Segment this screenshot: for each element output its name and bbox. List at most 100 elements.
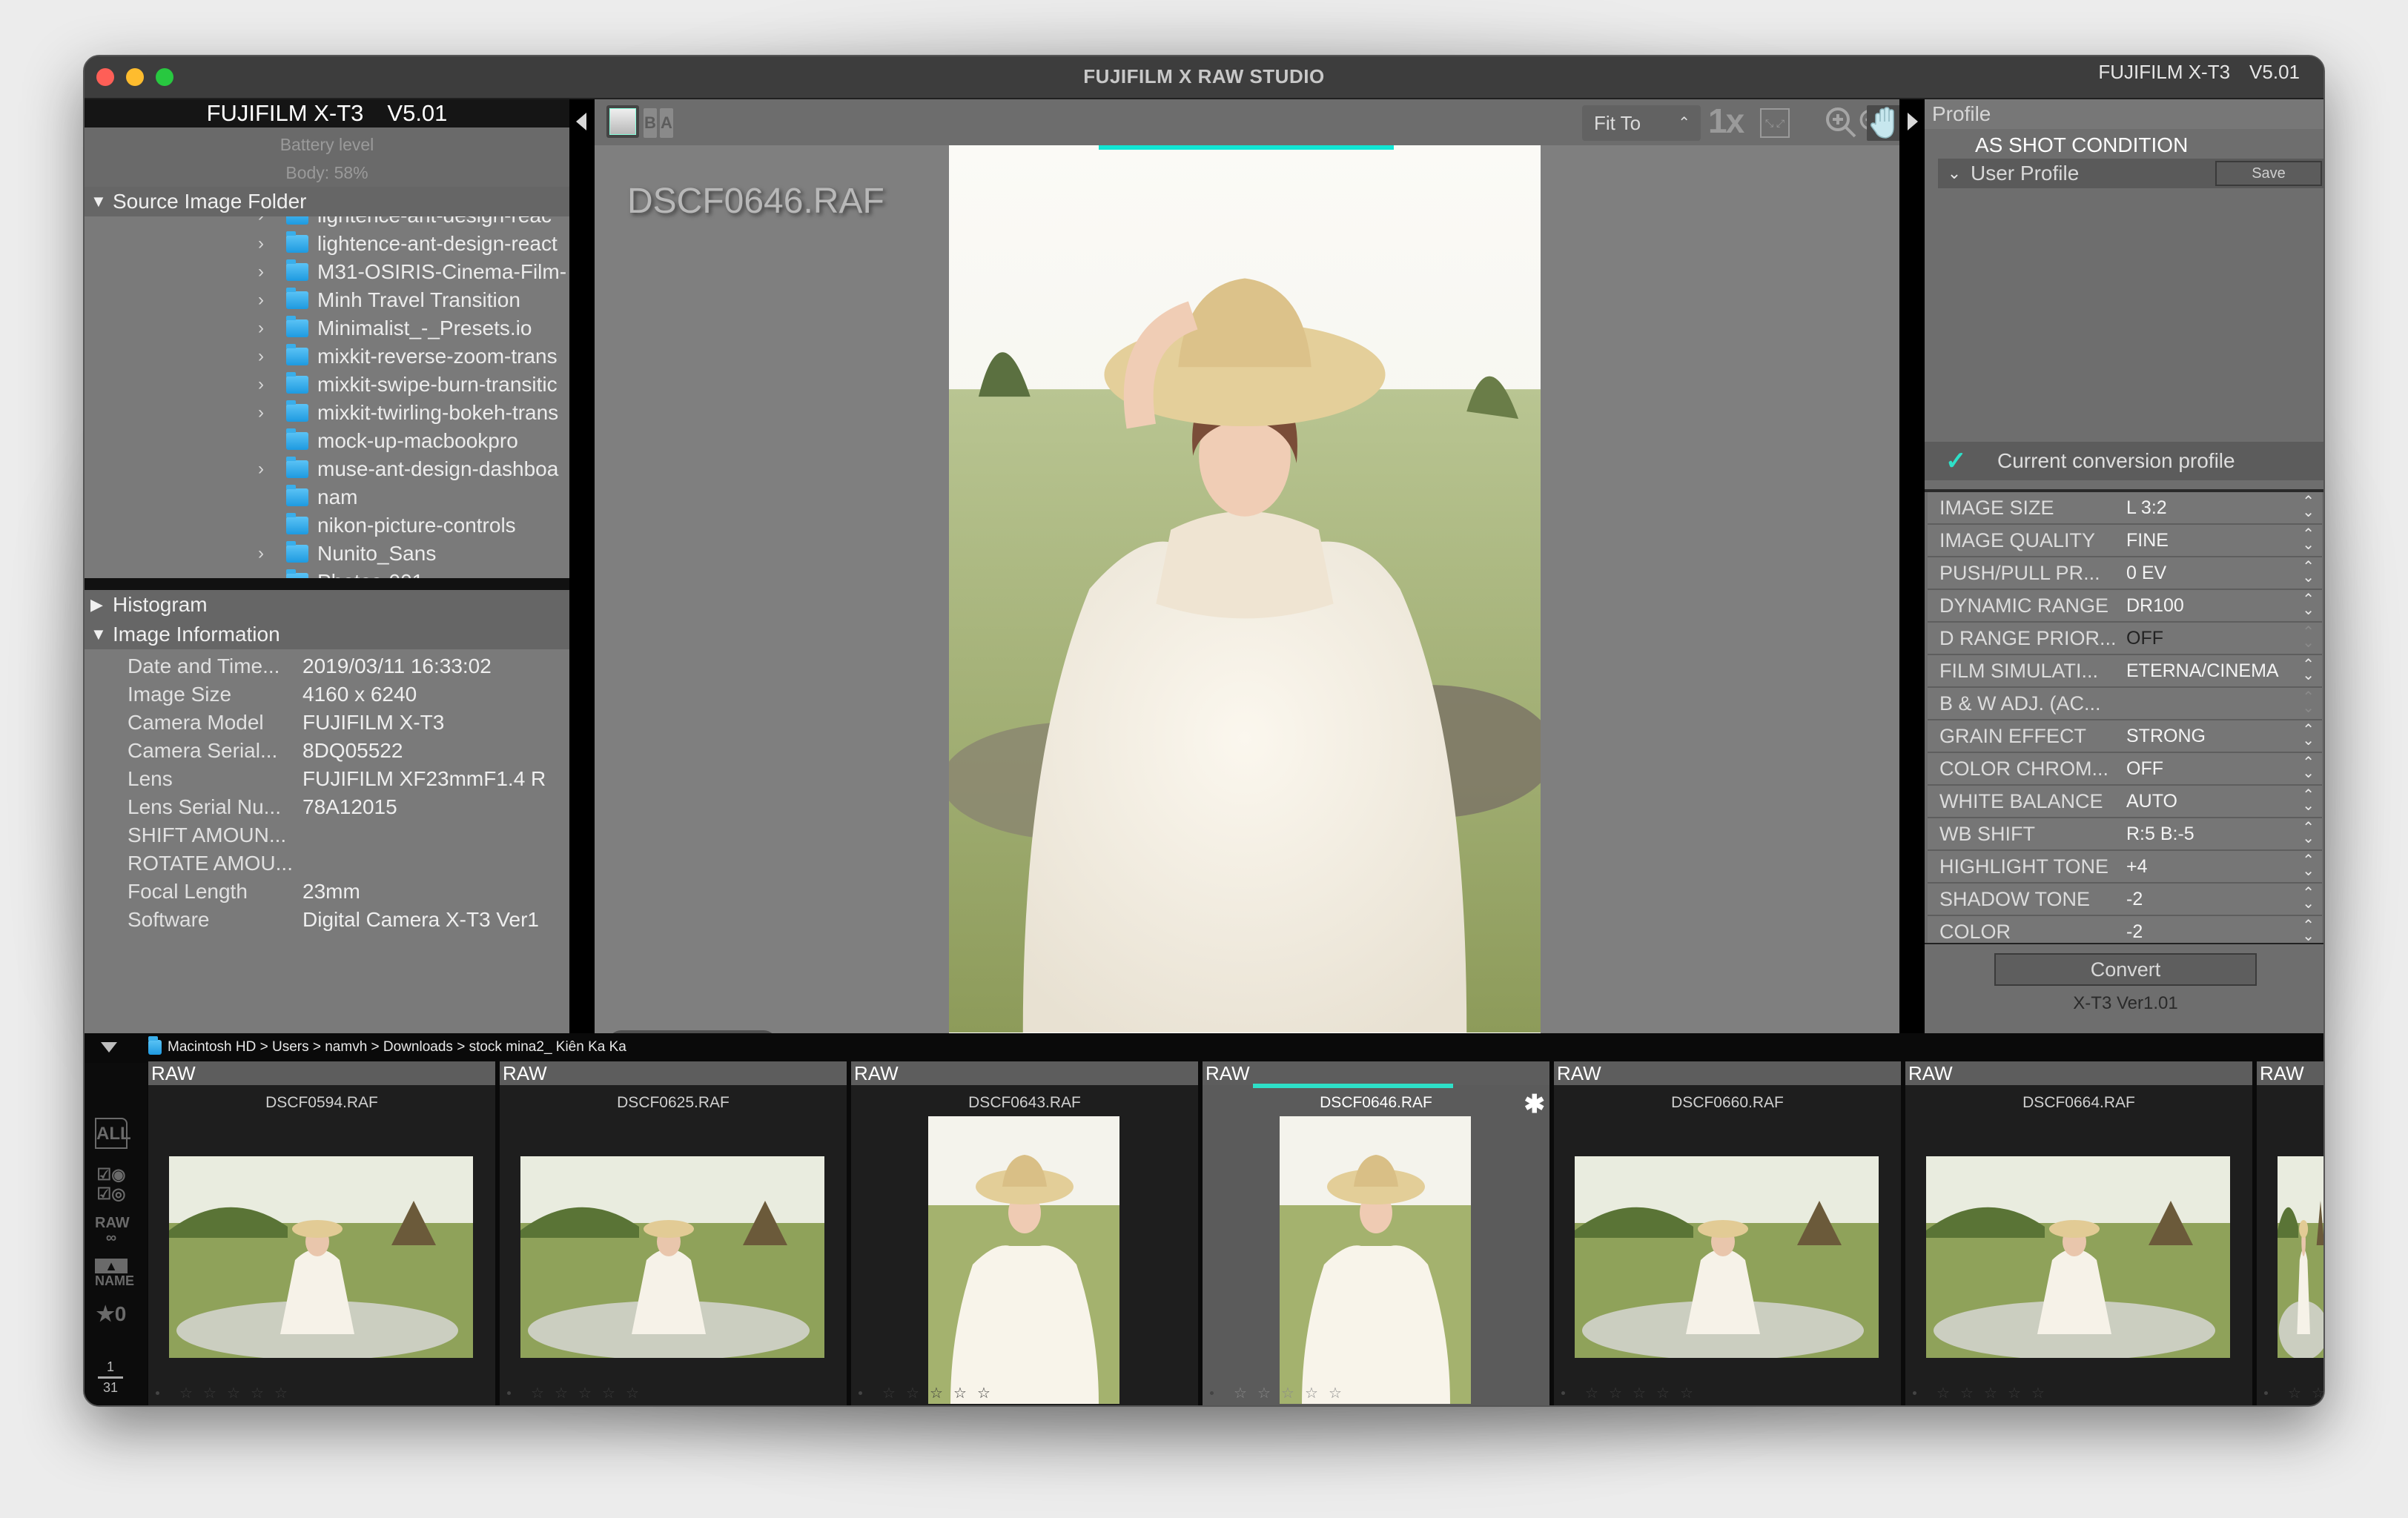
fullscreen-button[interactable]: ⤡ ⤢: [1760, 108, 1790, 138]
star-icon[interactable]: ☆: [1228, 1384, 1252, 1402]
setting-value[interactable]: STRONG: [2126, 726, 2322, 747]
chevron-right-icon[interactable]: ›: [258, 374, 286, 395]
star-icon[interactable]: ☆: [549, 1384, 573, 1402]
setting-row[interactable]: HIGHLIGHT TONE +4 ⌃ ⌄: [1928, 851, 2322, 884]
single-view-button[interactable]: [606, 105, 639, 138]
save-profile-button[interactable]: Save: [2215, 161, 2322, 186]
setting-row[interactable]: PUSH/PULL PR... 0 EV ⌃ ⌄: [1928, 557, 2322, 590]
star-icon[interactable]: ☆: [877, 1384, 901, 1402]
chevron-right-icon[interactable]: ›: [258, 543, 286, 564]
preview-image[interactable]: [949, 145, 1541, 1033]
updown-chevron-icon[interactable]: ⌃ ⌄: [2302, 853, 2315, 878]
setting-value[interactable]: 0 EV: [2126, 563, 2322, 584]
folder-tree-item[interactable]: › lightence-ant-design-reac: [85, 216, 569, 230]
current-conversion-profile[interactable]: ✓ Current conversion profile: [1925, 442, 2323, 480]
show-all-button[interactable]: ALL: [95, 1118, 131, 1149]
star-icon[interactable]: ☆: [2002, 1384, 2026, 1402]
folder-tree-item[interactable]: › mixkit-twirling-bokeh-trans: [85, 399, 569, 427]
updown-chevron-icon[interactable]: ⌃ ⌄: [2302, 918, 2315, 943]
thumbnail-rating[interactable]: ☆ ☆ ☆ ☆ ☆: [859, 1384, 996, 1402]
thumbnail-rating[interactable]: ☆☆: [2264, 1384, 2323, 1402]
chevron-right-icon[interactable]: ›: [258, 216, 286, 226]
chevron-right-icon[interactable]: ›: [258, 402, 286, 423]
star-icon[interactable]: ☆: [2283, 1384, 2306, 1402]
chevron-right-icon[interactable]: ›: [258, 262, 286, 282]
fit-to-select[interactable]: Fit To ⌃: [1582, 105, 1701, 141]
setting-row[interactable]: IMAGE QUALITY FINE ⌃ ⌄: [1928, 525, 2322, 557]
setting-value[interactable]: OFF: [2126, 758, 2322, 780]
star-icon[interactable]: ☆: [901, 1384, 924, 1402]
updown-chevron-icon[interactable]: ⌃ ⌄: [2302, 723, 2315, 748]
star-icon[interactable]: ☆: [1675, 1384, 1698, 1402]
chevron-right-icon[interactable]: ›: [258, 233, 286, 254]
star-icon[interactable]: ☆: [1627, 1384, 1651, 1402]
setting-value[interactable]: +4: [2126, 856, 2322, 878]
thumbnail[interactable]: RAW DSCF0646.RAF ✱ ☆ ☆ ☆ ☆ ☆: [1203, 1061, 1549, 1405]
thumbnail-image[interactable]: [1280, 1116, 1471, 1404]
filmstrip-collapse-icon[interactable]: [101, 1042, 117, 1053]
thumbnail[interactable]: RAW DSCF0625.RAF ☆ ☆ ☆ ☆ ☆: [500, 1061, 847, 1405]
updown-chevron-icon[interactable]: ⌃ ⌄: [2302, 592, 2315, 617]
reject-dot-icon[interactable]: [507, 1391, 511, 1395]
star-icon[interactable]: ☆: [1300, 1384, 1323, 1402]
star-icon[interactable]: ☆: [597, 1384, 621, 1402]
before-view-button[interactable]: B: [644, 108, 657, 138]
setting-row[interactable]: COLOR -2 ⌃ ⌄: [1928, 916, 2322, 943]
updown-chevron-icon[interactable]: ⌃ ⌄: [2302, 755, 2315, 780]
image-information-header[interactable]: ▼ Image Information: [85, 620, 569, 649]
reject-dot-icon[interactable]: [1561, 1391, 1565, 1395]
thumbnail-rating[interactable]: ☆ ☆ ☆ ☆ ☆: [1561, 1384, 1698, 1402]
thumbnail[interactable]: RAW DSCF0594.RAF ☆ ☆ ☆ ☆ ☆: [148, 1061, 495, 1405]
folder-tree-item[interactable]: nam: [85, 483, 569, 511]
star-icon[interactable]: ☆: [1580, 1384, 1604, 1402]
after-view-button[interactable]: A: [660, 108, 673, 138]
setting-row[interactable]: COLOR CHROM... OFF ⌃ ⌄: [1928, 753, 2322, 786]
thumbnail-rating[interactable]: ☆ ☆ ☆ ☆ ☆: [1913, 1384, 2050, 1402]
folder-tree-item[interactable]: › Nunito_Sans: [85, 540, 569, 568]
folder-tree-item[interactable]: › lightence-ant-design-react: [85, 230, 569, 258]
star-icon[interactable]: ☆: [948, 1384, 972, 1402]
star-icon[interactable]: ☆: [1276, 1384, 1300, 1402]
reject-dot-icon[interactable]: [156, 1391, 159, 1395]
star-icon[interactable]: ☆: [245, 1384, 269, 1402]
convert-button[interactable]: Convert: [1994, 953, 2257, 986]
thumbnail-rating[interactable]: ☆ ☆ ☆ ☆ ☆: [507, 1384, 644, 1402]
setting-value[interactable]: ETERNA/CINEMA: [2126, 660, 2322, 682]
left-panel-toggle[interactable]: [569, 99, 595, 1033]
thumbnail-image[interactable]: [520, 1156, 824, 1358]
setting-row[interactable]: DYNAMIC RANGE DR100 ⌃ ⌄: [1928, 590, 2322, 623]
setting-row[interactable]: WB SHIFT R:5 B:-5 ⌃ ⌄: [1928, 818, 2322, 851]
setting-value[interactable]: FINE: [2126, 530, 2322, 551]
updown-chevron-icon[interactable]: ⌃ ⌄: [2302, 821, 2315, 846]
folder-tree[interactable]: › lightence-ant-design-reac › lightence-ant…: [85, 216, 569, 578]
updown-chevron-icon[interactable]: ⌃ ⌄: [2302, 560, 2315, 585]
star-icon[interactable]: ☆: [174, 1384, 198, 1402]
star-icon[interactable]: ☆: [222, 1384, 245, 1402]
chevron-right-icon[interactable]: ›: [258, 346, 286, 367]
setting-row[interactable]: FILM SIMULATI... ETERNA/CINEMA ⌃ ⌄: [1928, 655, 2322, 688]
updown-chevron-icon[interactable]: ⌃ ⌄: [2302, 788, 2315, 813]
star-icon[interactable]: ☆: [198, 1384, 222, 1402]
thumbnail-image[interactable]: [169, 1156, 473, 1358]
zoom-in-button[interactable]: [1824, 105, 1858, 139]
thumbnail[interactable]: RAW DSCF0664.RAF ☆ ☆ ☆ ☆ ☆: [1905, 1061, 2252, 1405]
star-icon[interactable]: ☆: [2026, 1384, 2050, 1402]
reject-dot-icon[interactable]: [2264, 1391, 2268, 1395]
star-icon[interactable]: ☆: [1604, 1384, 1627, 1402]
setting-row[interactable]: GRAIN EFFECT STRONG ⌃ ⌄: [1928, 720, 2322, 753]
thumbnail[interactable]: RAW ☆☆: [2257, 1061, 2323, 1405]
folder-tree-item[interactable]: Photos-001: [85, 568, 569, 578]
camera-filter-button[interactable]: ☑◉ ☑◎: [95, 1165, 128, 1204]
thumbnail-image[interactable]: [1926, 1156, 2230, 1358]
star-icon[interactable]: ☆: [621, 1384, 644, 1402]
thumbnail-image[interactable]: [1575, 1156, 1879, 1358]
folder-tree-item[interactable]: › Minimalist_-_Presets.io: [85, 314, 569, 342]
histogram-header[interactable]: ▶ Histogram: [85, 590, 569, 620]
setting-value[interactable]: -2: [2126, 921, 2322, 943]
folder-tree-item[interactable]: › mixkit-swipe-burn-transitic: [85, 371, 569, 399]
star-icon[interactable]: ☆: [1252, 1384, 1276, 1402]
thumbnail-list[interactable]: RAW DSCF0594.RAF ☆ ☆ ☆ ☆ ☆ RAW DSCF0625.RAF ☆ ☆ ☆ ☆ ☆…: [148, 1061, 2323, 1405]
folder-tree-item[interactable]: mock-up-macbookpro: [85, 427, 569, 455]
source-folder-header[interactable]: ▼ Source Image Folder: [85, 187, 569, 216]
folder-tree-item[interactable]: › Minh Travel Transition: [85, 286, 569, 314]
